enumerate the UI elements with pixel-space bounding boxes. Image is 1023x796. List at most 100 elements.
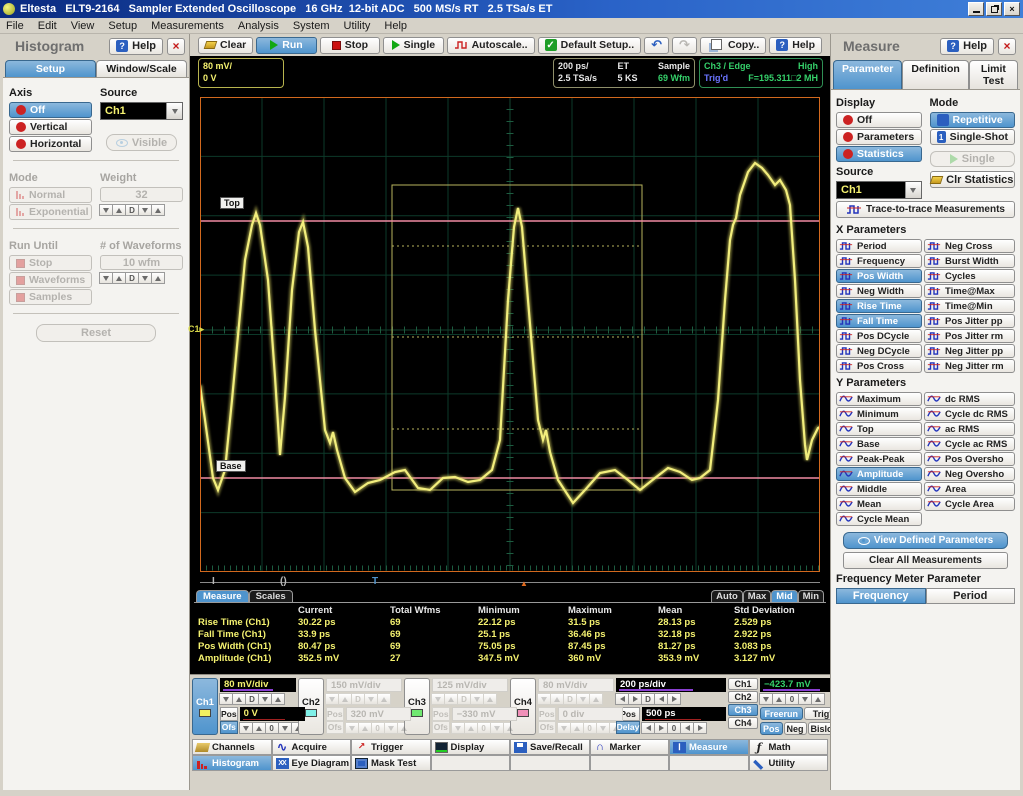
single-acq-button[interactable]: Single xyxy=(930,151,1016,167)
table-size-button[interactable]: Mid xyxy=(771,590,797,602)
measure-table-tab[interactable]: Scales xyxy=(249,590,293,602)
x-parameter-button[interactable]: Cycles xyxy=(924,269,1015,283)
redo-button[interactable]: ↷ xyxy=(672,37,697,54)
x-parameter-button[interactable]: Pos Jitter pp xyxy=(924,314,1015,328)
function-tab[interactable] xyxy=(590,755,670,771)
mode-option-button[interactable]: Normal xyxy=(9,187,92,203)
function-tab[interactable]: XXEye Diagram xyxy=(272,755,352,771)
measure-table-tab[interactable]: Measure xyxy=(196,590,249,602)
base-level-label[interactable]: Base xyxy=(216,460,246,472)
table-size-button[interactable]: Min xyxy=(798,590,824,602)
channel1-marker[interactable]: C1▸ xyxy=(188,324,204,335)
trigger-mode-button[interactable]: Freerun xyxy=(760,707,803,720)
trigger-source-button[interactable]: Ch3 xyxy=(728,704,758,716)
close-button[interactable]: × xyxy=(1004,2,1020,16)
menu-item[interactable]: Edit xyxy=(38,20,57,32)
measure-mode-button[interactable]: 1Single-Shot xyxy=(930,129,1016,145)
measure-tab[interactable]: Limit Test xyxy=(969,60,1018,89)
menu-item[interactable]: System xyxy=(293,20,330,32)
view-defined-parameters-button[interactable]: View Defined Parameters xyxy=(843,532,1008,549)
trigger-time-marker[interactable]: T xyxy=(372,576,378,587)
function-tab[interactable]: ∿Acquire xyxy=(272,739,352,755)
channel-scale-spinner[interactable]: D xyxy=(326,693,402,705)
display-option-button[interactable]: Statistics xyxy=(836,146,922,162)
top-level-label[interactable]: Top xyxy=(220,197,244,209)
left-edge-marker[interactable]: I xyxy=(212,576,215,587)
trigger-slope-button[interactable]: Pos xyxy=(760,722,783,735)
menu-item[interactable]: File xyxy=(6,20,24,32)
function-tab[interactable]: Histogram xyxy=(192,755,272,771)
clear-button[interactable]: Clear xyxy=(198,37,253,54)
histogram-help-button[interactable]: ?Help xyxy=(109,38,163,55)
clear-statistics-button[interactable]: Clr Statistics xyxy=(930,171,1016,188)
menu-item[interactable]: Utility xyxy=(344,20,371,32)
y-parameter-button[interactable]: Cycle Area xyxy=(924,497,1015,511)
trigger-source-button[interactable]: Ch2 xyxy=(728,691,758,703)
y-parameter-button[interactable]: Base xyxy=(836,437,922,451)
x-parameter-button[interactable]: Time@Max xyxy=(924,284,1015,298)
single-button[interactable]: Single xyxy=(383,37,443,54)
measure-source-dropdown[interactable]: Ch1 xyxy=(836,181,922,199)
menu-item[interactable]: Setup xyxy=(108,20,137,32)
function-tab[interactable] xyxy=(431,755,511,771)
delay-spinner[interactable]: 0 xyxy=(642,722,726,734)
histogram-tab[interactable]: Window/Scale xyxy=(96,60,187,77)
x-parameter-button[interactable]: Pos Jitter rm xyxy=(924,329,1015,343)
y-parameter-button[interactable]: Minimum xyxy=(836,407,922,421)
default-setup-button[interactable]: ✓Default Setup.. xyxy=(538,37,642,54)
trigger-source-button[interactable]: Ch1 xyxy=(728,678,758,690)
minimize-button[interactable] xyxy=(968,2,984,16)
measure-help-button[interactable]: ?Help xyxy=(940,38,994,55)
x-parameter-button[interactable]: Neg Jitter rm xyxy=(924,359,1015,373)
trigger-source-button[interactable]: Ch4 xyxy=(728,717,758,729)
y-parameter-button[interactable]: Neg Oversho xyxy=(924,467,1015,481)
y-parameter-button[interactable]: Top xyxy=(836,422,922,436)
paren-marker[interactable]: () xyxy=(280,576,287,587)
histogram-tab[interactable]: Setup xyxy=(5,60,96,77)
mode-option-button[interactable]: Exponential xyxy=(9,204,92,220)
y-parameter-button[interactable]: Mean xyxy=(836,497,922,511)
measure-close-button[interactable]: × xyxy=(998,38,1016,55)
weight-spinner[interactable]: D xyxy=(100,204,183,216)
pos-ofs-toggle[interactable]: PosOfs xyxy=(538,707,556,734)
run-until-option-button[interactable]: Stop xyxy=(9,255,92,271)
reset-button[interactable]: Reset xyxy=(36,324,156,342)
frequency-meter-option[interactable]: Period xyxy=(926,588,1016,604)
table-size-button[interactable]: Max xyxy=(743,590,771,602)
x-parameter-button[interactable]: Neg Jitter pp xyxy=(924,344,1015,358)
trigger-position-icon[interactable]: ▲ xyxy=(520,579,528,588)
channel-offset-spinner[interactable]: 0 xyxy=(240,722,305,734)
function-tab[interactable]: Save/Recall xyxy=(510,739,590,755)
trace-to-trace-button[interactable]: Trace-to-trace Measurements xyxy=(836,201,1015,218)
y-parameter-button[interactable]: Pos Oversho xyxy=(924,452,1015,466)
x-parameter-button[interactable]: Frequency xyxy=(836,254,922,268)
pos-ofs-toggle[interactable]: PosOfs xyxy=(432,707,450,734)
histogram-close-button[interactable]: × xyxy=(167,38,185,55)
y-parameter-button[interactable]: dc RMS xyxy=(924,392,1015,406)
function-tab[interactable] xyxy=(669,755,749,771)
x-parameter-button[interactable]: Fall Time xyxy=(836,314,922,328)
run-until-option-button[interactable]: Waveforms xyxy=(9,272,92,288)
clear-all-measurements-button[interactable]: Clear All Measurements xyxy=(843,552,1008,569)
x-parameter-button[interactable]: Rise Time xyxy=(836,299,922,313)
axis-option-button[interactable]: Off xyxy=(9,102,92,118)
restore-button[interactable] xyxy=(986,2,1002,16)
menu-item[interactable]: Measurements xyxy=(151,20,224,32)
function-tab[interactable]: ⅠMeasure xyxy=(669,739,749,755)
frequency-meter-option[interactable]: Frequency xyxy=(836,588,926,604)
dropdown-arrow-icon[interactable] xyxy=(166,103,182,119)
x-parameter-button[interactable]: Neg DCycle xyxy=(836,344,922,358)
y-parameter-button[interactable]: Cycle Mean xyxy=(836,512,922,526)
menu-item[interactable]: Analysis xyxy=(238,20,279,32)
timebase-scale-spinner[interactable]: D xyxy=(616,693,726,705)
measure-tab[interactable]: Parameter xyxy=(833,60,902,89)
channel-scale-spinner[interactable]: D xyxy=(538,693,614,705)
function-tab[interactable]: ▬Utility xyxy=(749,755,829,771)
channel-offset-spinner[interactable]: 0 xyxy=(558,722,623,734)
function-tab[interactable]: Display xyxy=(431,739,511,755)
y-parameter-button[interactable]: Cycle dc RMS xyxy=(924,407,1015,421)
x-parameter-button[interactable]: Time@Min xyxy=(924,299,1015,313)
channel-scale-spinner[interactable]: D xyxy=(432,693,508,705)
x-parameter-button[interactable]: Neg Cross xyxy=(924,239,1015,253)
x-parameter-button[interactable]: Period xyxy=(836,239,922,253)
